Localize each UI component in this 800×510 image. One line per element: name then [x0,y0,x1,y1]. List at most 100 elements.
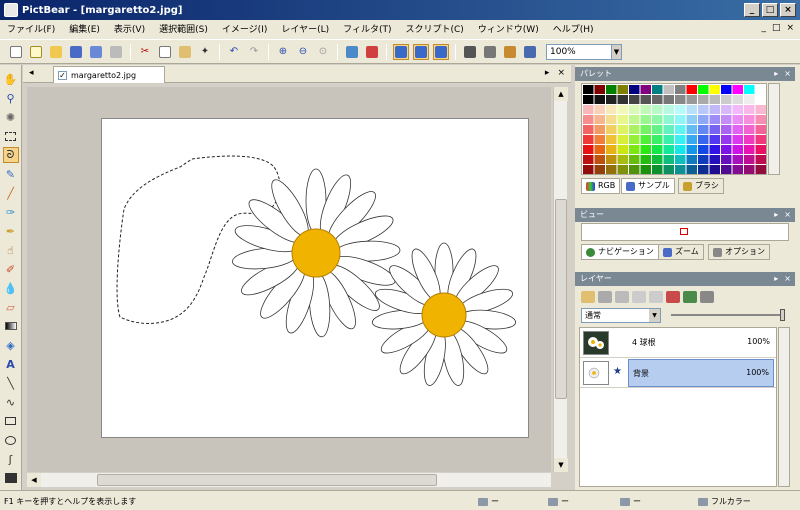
eraser-tool[interactable]: ▱ [3,299,19,315]
new-image-button[interactable] [28,44,44,60]
palette-swatch[interactable] [709,145,721,154]
rotate-view-tool[interactable]: ✺ [3,109,19,125]
palette-swatch[interactable] [721,125,732,134]
tab-navigation[interactable]: ナビゲーション [581,244,659,260]
palette-swatch[interactable] [663,85,675,94]
palette-swatch[interactable] [594,125,606,134]
palette-swatch[interactable] [744,115,755,124]
menu-script[interactable]: スクリプト(C) [398,21,470,39]
palette-swatch[interactable] [709,105,721,114]
palette-swatch[interactable] [755,115,767,124]
palette-swatch[interactable] [594,95,606,104]
panel-menu-icon[interactable]: ▸ [774,67,778,81]
palette-swatch[interactable] [732,125,744,134]
palette-swatch[interactable] [709,135,721,144]
palette-swatch[interactable] [744,135,755,144]
airbrush-tool[interactable]: ✑ [3,204,19,220]
palette-swatch[interactable] [629,95,640,104]
palette-swatch[interactable] [744,155,755,164]
palette-swatch[interactable] [675,85,686,94]
palette-swatch[interactable] [744,95,755,104]
palette-swatch[interactable] [663,165,675,174]
save-button[interactable] [68,44,84,60]
palette-swatch[interactable] [583,85,594,94]
palette-swatch[interactable] [629,115,640,124]
palette-swatch[interactable] [583,125,594,134]
palette-swatch[interactable] [663,135,675,144]
tab-option[interactable]: オプション [708,244,770,260]
palette-swatch[interactable] [675,155,686,164]
palette-swatch[interactable] [732,165,744,174]
vertical-scroll-thumb[interactable] [555,199,567,399]
toggle-toolbox-button[interactable] [393,43,409,60]
layer-list-scrollbar[interactable] [778,327,790,487]
palette-swatch[interactable] [709,155,721,164]
palette-swatch[interactable] [652,115,663,124]
document-tab[interactable]: ✓ margaretto2.jpg [53,66,165,83]
palette-swatch[interactable] [698,115,709,124]
palette-swatch[interactable] [617,155,629,164]
palette-swatch[interactable] [721,155,732,164]
toggle-panel-button[interactable] [413,43,429,60]
palette-swatch[interactable] [721,115,732,124]
horizontal-scrollbar[interactable]: ◀ ▶ [27,473,616,487]
undo-button[interactable]: ↶ [226,44,242,60]
palette-swatch[interactable] [732,145,744,154]
new-file-button[interactable] [8,44,24,60]
palette-swatch[interactable] [663,105,675,114]
palette-swatch[interactable] [663,155,675,164]
palette-swatch[interactable] [629,125,640,134]
palette-swatch[interactable] [755,165,767,174]
palette-swatch[interactable] [732,155,744,164]
palette-swatch[interactable] [640,125,652,134]
palette-swatch[interactable] [640,165,652,174]
palette-swatch[interactable] [732,105,744,114]
lasso-tool[interactable]: ᘐ [2,147,19,163]
image-canvas[interactable] [101,118,529,438]
zoom-dropdown-arrow[interactable]: ▼ [612,43,622,60]
tab-close-icon[interactable]: × [557,68,565,78]
menu-help[interactable]: ヘルプ(H) [546,21,601,39]
palette-swatch[interactable] [583,115,594,124]
palette-swatch[interactable] [652,95,663,104]
palette-swatch[interactable] [686,105,698,114]
palette-swatch[interactable] [617,95,629,104]
delete-layer-icon[interactable] [598,291,612,303]
palette-swatch[interactable] [583,145,594,154]
palette-swatch[interactable] [732,115,744,124]
scroll-down-icon[interactable]: ▼ [554,458,568,472]
mdi-restore-button[interactable]: □ [772,23,781,33]
layer-up-icon[interactable] [632,291,646,303]
palette-swatch[interactable] [617,105,629,114]
palette-swatch[interactable] [755,155,767,164]
ellipse-tool[interactable] [3,432,19,448]
vertical-scrollbar[interactable]: ▲ ▼ [553,87,568,472]
palette-swatch[interactable] [686,85,698,94]
scroll-left-icon[interactable]: ◀ [27,473,41,487]
menu-selection[interactable]: 選択範囲(S) [152,21,215,39]
palette-swatch[interactable] [709,165,721,174]
duplicate-layer-icon[interactable] [615,291,629,303]
brush-tool[interactable]: ╱ [3,185,19,201]
palette-swatch[interactable] [698,145,709,154]
palette-swatch[interactable] [652,85,663,94]
palette-swatch[interactable] [744,165,755,174]
fill-tool[interactable]: ◈ [3,337,19,353]
new-layer-icon[interactable] [581,291,595,303]
palette-swatch[interactable] [640,155,652,164]
palette-swatch[interactable] [606,155,617,164]
tab-next-icon[interactable]: ▸ [545,68,550,78]
palette-swatch[interactable] [698,165,709,174]
palette-swatch[interactable] [663,125,675,134]
copy-button[interactable] [157,44,173,60]
palette-swatch[interactable] [663,145,675,154]
palette-swatch[interactable] [755,85,767,94]
maximize-button[interactable]: □ [762,3,778,17]
menu-image[interactable]: イメージ(I) [215,21,275,39]
print-button[interactable] [108,44,124,60]
view-rect-indicator[interactable] [680,228,688,235]
palette-swatch[interactable] [594,145,606,154]
open-button[interactable] [48,44,64,60]
tab-zoom[interactable]: ズーム [658,244,704,260]
scroll-up-icon[interactable]: ▲ [554,87,568,101]
